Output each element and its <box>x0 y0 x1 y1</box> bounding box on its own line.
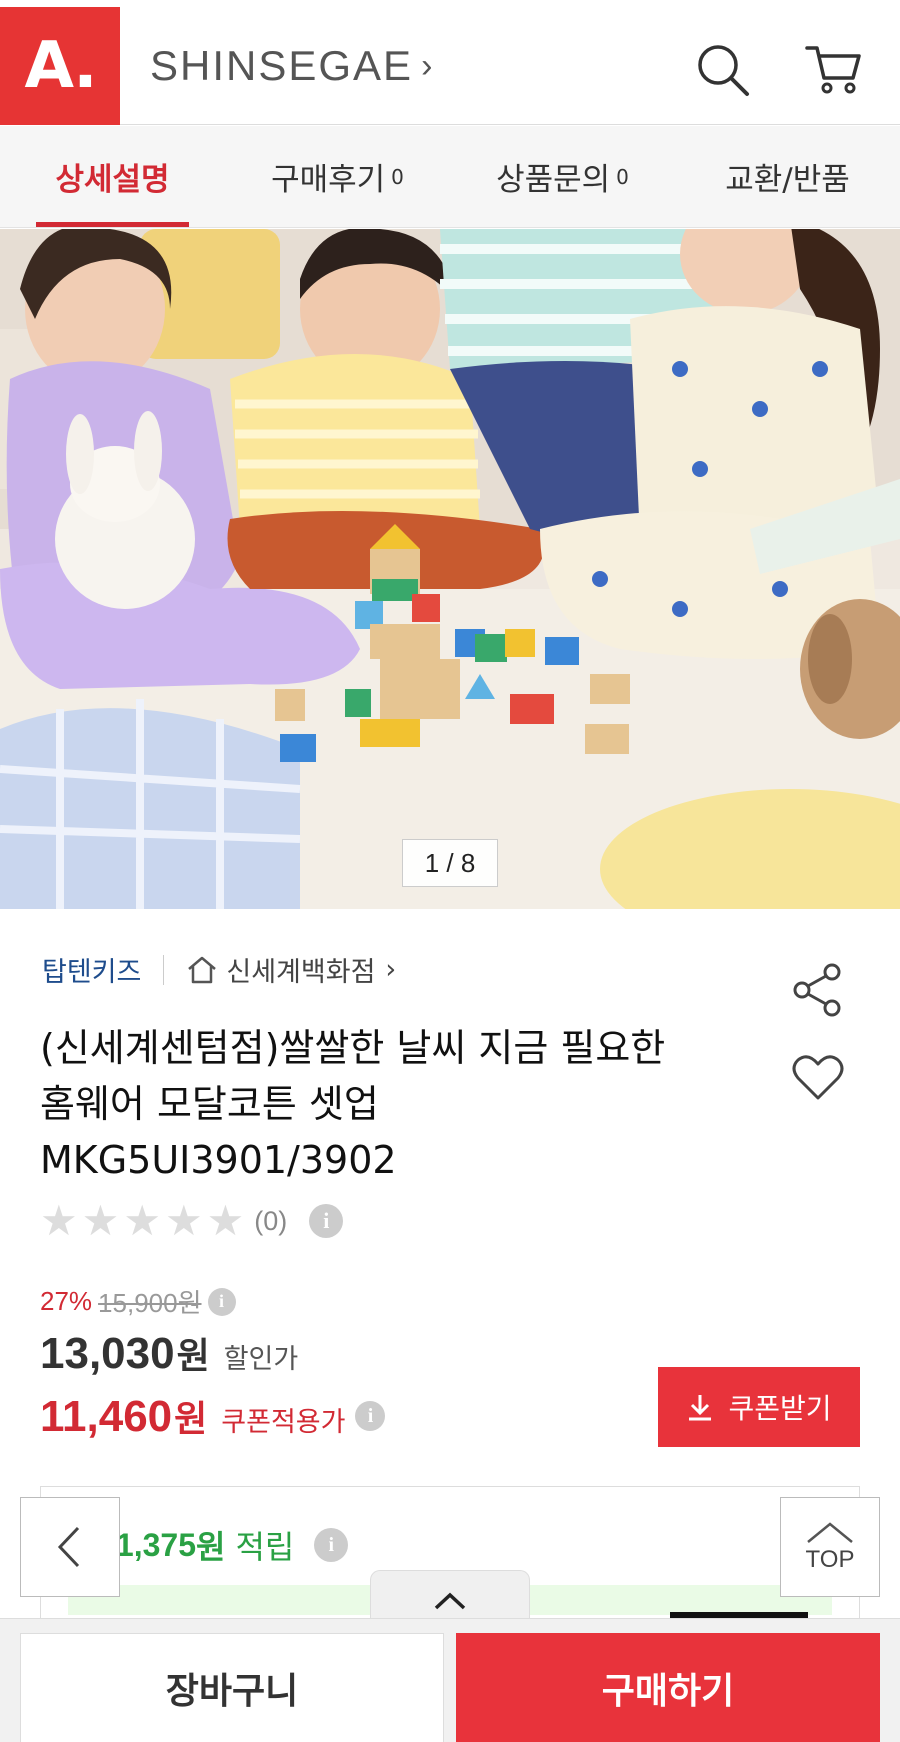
info-icon[interactable]: i <box>207 1287 236 1316</box>
tab-details[interactable]: 상세설명 <box>0 126 225 227</box>
original-price: 15,900원 <box>98 1288 202 1318</box>
scroll-top-button[interactable]: TOP <box>780 1497 880 1597</box>
store-name: 신세계백화점 <box>226 957 376 988</box>
chevron-up-icon <box>434 1592 466 1609</box>
star-icon: ★ <box>40 1196 78 1245</box>
detail-tabs: 상세설명 구매후기 0 상품문의 0 교환/반품 <box>0 126 900 228</box>
discount-row: 27% 15,900원 i <box>40 1283 236 1320</box>
cart-icon[interactable] <box>803 40 863 100</box>
chevron-left-icon <box>57 1526 80 1568</box>
image-pager: 1 / 8 <box>402 839 498 887</box>
currency-unit: 원 <box>174 1399 208 1440</box>
tab-label: 상세설명 <box>55 162 170 198</box>
heart-icon[interactable] <box>790 1050 846 1106</box>
bottom-action-bar: 장바구니 구매하기 <box>0 1618 900 1742</box>
tab-inquiries[interactable]: 상품문의 0 <box>450 126 675 227</box>
sale-price-label: 할인가 <box>223 1344 299 1375</box>
currency-unit: 원 <box>176 1336 210 1377</box>
store-link[interactable]: 신세계백화점 › <box>186 950 396 989</box>
info-icon[interactable]: i <box>309 1204 344 1238</box>
sale-price: 13,030 <box>40 1329 175 1378</box>
top-label: TOP <box>805 1546 855 1573</box>
coupon-price: 11,460 <box>40 1392 173 1441</box>
coupon-button-label: 쿠폰받기 <box>728 1392 832 1425</box>
tab-label: 상품문의 <box>496 162 611 198</box>
star-icon: ★ <box>164 1196 203 1245</box>
buy-now-button[interactable]: 구매하기 <box>456 1633 880 1742</box>
search-icon[interactable] <box>693 40 753 100</box>
currency-unit: 원 <box>195 1528 226 1566</box>
chevron-up-icon <box>807 1522 853 1543</box>
star-icon: ★ <box>206 1196 245 1245</box>
home-icon <box>188 956 217 983</box>
sale-price-row: 13,030 원 할인가 <box>40 1327 298 1379</box>
share-icon[interactable] <box>790 962 846 1018</box>
tab-reviews[interactable]: 구매후기 0 <box>225 126 450 227</box>
download-icon <box>689 1395 712 1421</box>
coupon-price-label: 쿠폰적용가 <box>221 1407 346 1438</box>
brand-link[interactable]: 탑텐키즈 <box>42 950 141 989</box>
info-icon[interactable]: i <box>314 1528 349 1562</box>
chevron-right-icon: › <box>385 954 397 985</box>
discount-percent: 27% <box>40 1286 93 1316</box>
tab-exchange-return[interactable]: 교환/반품 <box>675 126 900 227</box>
title-line: (신세계센텀점)쌀쌀한 날씨 지금 필요한 <box>40 1026 666 1070</box>
app-header: A. SHINSEGAE › <box>0 0 900 125</box>
product-image-carousel[interactable]: 1 / 8 <box>0 229 900 909</box>
product-title: (신세계센텀점)쌀쌀한 날씨 지금 필요한 홈웨어 모달코튼 셋업 MKG5UI… <box>40 1020 760 1188</box>
points-amount: 1,375 <box>115 1526 196 1563</box>
logo[interactable]: A. <box>0 7 120 125</box>
product-photo <box>0 229 900 909</box>
points-label: 적립 <box>235 1528 295 1566</box>
tab-count: 0 <box>616 164 629 189</box>
star-icon: ★ <box>123 1196 161 1245</box>
points-row: I 1,375 원 적립 i <box>96 1522 349 1568</box>
coupon-price-row: 11,460 원 쿠폰적용가 i <box>40 1390 386 1442</box>
info-icon[interactable]: i <box>355 1401 386 1431</box>
tab-count: 0 <box>391 164 404 189</box>
divider <box>163 954 165 985</box>
star-icon: ★ <box>81 1196 120 1245</box>
tab-label: 구매후기 <box>271 162 386 198</box>
brand-row: 탑텐키즈 신세계백화점 › <box>42 950 396 989</box>
title-line: 홈웨어 모달코튼 셋업 <box>40 1082 379 1126</box>
add-to-cart-button[interactable]: 장바구니 <box>20 1633 444 1742</box>
rating-row[interactable]: ★ ★ ★ ★ ★ (0) i <box>40 1196 344 1245</box>
get-coupon-button[interactable]: 쿠폰받기 <box>658 1367 860 1447</box>
review-count: (0) <box>254 1205 288 1236</box>
brand-link[interactable]: SHINSEGAE › <box>150 42 434 90</box>
chevron-right-icon: › <box>421 46 435 85</box>
back-button[interactable] <box>20 1497 120 1597</box>
brand-name: SHINSEGAE <box>150 42 414 89</box>
tab-label: 교환/반품 <box>725 162 850 198</box>
title-line: MKG5UI3901/3902 <box>40 1138 397 1182</box>
